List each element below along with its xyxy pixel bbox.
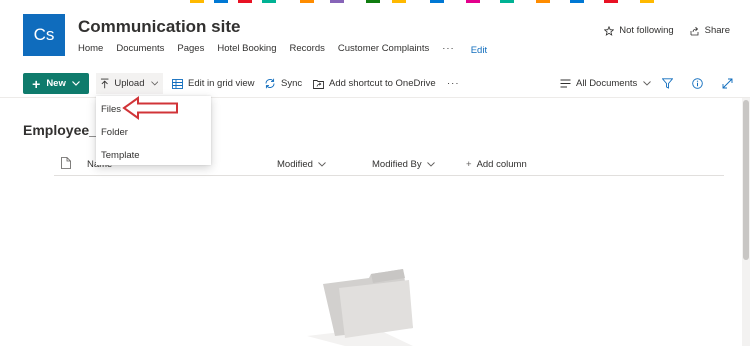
view-list-icon (560, 79, 571, 88)
nav-item-records[interactable]: Records (290, 43, 325, 54)
add-column-label: Add column (476, 159, 527, 170)
empty-folder-illustration (307, 269, 413, 346)
chevron-down-icon (426, 162, 435, 167)
chevron-down-icon (643, 81, 652, 86)
edit-grid-view-button[interactable]: Edit in grid view (172, 73, 255, 94)
upload-button[interactable]: Upload (96, 73, 163, 94)
follow-label: Not following (619, 25, 674, 36)
nav-edit-link[interactable]: Edit (471, 45, 487, 56)
modified-column-header[interactable]: Modified (277, 159, 326, 170)
filter-button[interactable] (662, 73, 678, 94)
upload-label: Upload (114, 78, 145, 89)
upload-menu-item-folder[interactable]: Folder (101, 127, 128, 138)
nav-item-hotel-booking[interactable]: Hotel Booking (217, 43, 276, 54)
star-icon (604, 25, 615, 36)
share-button[interactable]: Share (690, 25, 730, 36)
edit-grid-view-label: Edit in grid view (188, 78, 255, 89)
nav-more-button[interactable]: ··· (442, 43, 455, 54)
expand-button[interactable] (722, 73, 738, 94)
shortcut-icon (313, 79, 324, 89)
chevron-down-icon (150, 81, 158, 86)
nav-item-pages[interactable]: Pages (177, 43, 204, 54)
site-navigation: Home Documents Pages Hotel Booking Recor… (78, 41, 500, 56)
more-commands-button[interactable]: ··· (447, 73, 460, 94)
chevron-down-icon (71, 81, 80, 86)
filter-icon (662, 78, 673, 89)
add-column-button[interactable]: + Add column (466, 159, 527, 170)
sync-icon (265, 78, 275, 89)
nav-item-customer-complaints[interactable]: Customer Complaints (338, 43, 429, 54)
sync-label: Sync (281, 78, 303, 89)
info-icon (692, 78, 703, 89)
annotation-arrow-icon (122, 96, 178, 120)
modified-by-column-header[interactable]: Modified By (372, 159, 435, 170)
follow-button[interactable]: Not following (604, 25, 674, 36)
upload-menu-item-template[interactable]: Template (101, 150, 140, 161)
chevron-down-icon (318, 162, 326, 167)
add-column-plus-icon: + (466, 159, 472, 170)
new-button-label: New (46, 78, 66, 89)
site-logo-initials: Cs (33, 25, 55, 44)
add-shortcut-button[interactable]: Add shortcut to OneDrive (313, 73, 436, 94)
header-banner-strip (0, 0, 750, 4)
nav-item-documents[interactable]: Documents (116, 43, 164, 54)
vertical-scrollbar-thumb[interactable] (743, 100, 749, 260)
grid-icon (172, 78, 183, 89)
share-icon (690, 26, 699, 35)
info-button[interactable] (692, 73, 708, 94)
nav-item-home[interactable]: Home (78, 43, 103, 54)
modified-by-column-label: Modified By (372, 159, 422, 170)
add-shortcut-label: Add shortcut to OneDrive (329, 78, 436, 89)
view-switcher[interactable]: All Documents (560, 73, 656, 94)
file-type-column[interactable] (61, 157, 71, 169)
modified-column-label: Modified (277, 159, 313, 170)
expand-icon (722, 78, 733, 89)
plus-icon: + (32, 75, 41, 92)
site-actions: Not following Share (588, 25, 730, 36)
command-bar: + New Upload Edit in grid view Sync Add … (0, 70, 750, 98)
file-type-icon (61, 157, 71, 169)
view-label: All Documents (576, 78, 638, 89)
upload-menu-item-files[interactable]: Files (101, 104, 121, 115)
upload-icon (100, 78, 109, 89)
sync-button[interactable]: Sync (264, 73, 302, 94)
new-button[interactable]: + New (23, 73, 89, 94)
site-title[interactable]: Communication site (78, 17, 240, 37)
share-label: Share (704, 25, 730, 36)
site-logo[interactable]: Cs (23, 14, 65, 56)
